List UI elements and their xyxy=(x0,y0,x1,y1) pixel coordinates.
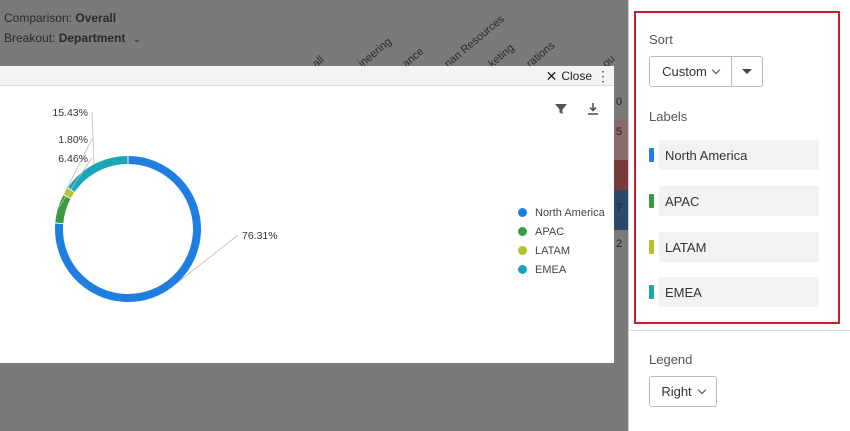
chevron-down-icon xyxy=(711,65,721,75)
label-input[interactable]: EMEA xyxy=(659,277,819,307)
legend-item[interactable]: EMEA xyxy=(518,260,605,279)
bg-cell-value: 5 xyxy=(616,126,623,138)
label-input[interactable]: North America xyxy=(659,140,819,170)
bg-cell xyxy=(614,160,628,190)
leader-line xyxy=(91,111,95,165)
label-color-swatch[interactable] xyxy=(649,148,654,162)
label-row: LATAM xyxy=(649,232,819,262)
label-row: EMEA xyxy=(649,277,819,307)
legend-label: LATAM xyxy=(535,244,571,257)
legend-position-select[interactable]: Right xyxy=(649,376,717,407)
sort-caret-button[interactable] xyxy=(732,57,762,86)
legend-label: EMEA xyxy=(535,263,567,276)
legend-color-dot xyxy=(518,265,527,274)
sort-value: Custom xyxy=(662,64,707,79)
chevron-down-icon xyxy=(697,385,706,395)
sort-select[interactable]: Custom xyxy=(650,57,732,86)
modal-header: ✕ Close ⋮ xyxy=(0,66,614,86)
legend-label: Legend xyxy=(649,352,693,367)
donut-value-labels: 76.31% 6.46% 1.80% 15.43% xyxy=(52,107,278,284)
close-icon: ✕ xyxy=(545,68,558,84)
label-row: North America xyxy=(649,140,819,170)
close-button[interactable]: ✕ Close xyxy=(546,69,592,83)
section-divider xyxy=(628,330,850,331)
breakout-line[interactable]: Breakout: Department ⌄ xyxy=(4,31,141,45)
donut-value-label: 15.43% xyxy=(52,107,88,119)
caret-down-icon xyxy=(742,69,752,74)
legend-color-dot xyxy=(518,227,527,236)
legend-color-dot xyxy=(518,246,527,255)
legend-item[interactable]: LATAM xyxy=(518,241,605,260)
labels-label: Labels xyxy=(649,109,688,124)
breakout-label: Breakout: xyxy=(4,31,56,45)
legend-color-dot xyxy=(518,208,527,217)
chart-modal: ✕ Close ⋮ 76.31% 6.46% 1.80% 15.43% North A… xyxy=(0,66,614,363)
comparison-value: Overall xyxy=(75,11,117,25)
donut-value-label: 76.31% xyxy=(242,230,278,242)
chart-legend: North America APAC LATAM EMEA xyxy=(518,203,605,279)
comparison-line: Comparison: Overall xyxy=(4,11,116,25)
column-header: ineering xyxy=(356,35,394,70)
legend-label: APAC xyxy=(535,225,565,238)
legend-item[interactable]: North America xyxy=(518,203,605,222)
label-input[interactable]: APAC xyxy=(659,186,819,216)
bg-cell-value: 0 xyxy=(616,96,623,108)
legend-label: North America xyxy=(535,206,605,219)
label-input[interactable]: LATAM xyxy=(659,232,819,262)
label-color-swatch[interactable] xyxy=(649,285,654,299)
leader-line xyxy=(57,157,93,209)
close-label: Close xyxy=(561,69,592,83)
comparison-label: Comparison: xyxy=(4,11,73,25)
label-row: APAC xyxy=(649,186,819,216)
chevron-down-icon: ⌄ xyxy=(132,34,142,45)
donut-value-label: 1.80% xyxy=(58,134,88,146)
legend-item[interactable]: APAC xyxy=(518,222,605,241)
label-color-swatch[interactable] xyxy=(649,194,654,208)
label-color-swatch[interactable] xyxy=(649,240,654,254)
donut-slices xyxy=(55,156,201,302)
bg-cell-value: 7 xyxy=(616,202,623,214)
bg-cell-value: 2 xyxy=(616,238,623,250)
legend-position-value: Right xyxy=(661,384,692,399)
donut-value-label: 6.46% xyxy=(58,153,88,165)
breakout-value: Department xyxy=(58,31,126,45)
sort-label: Sort xyxy=(649,32,673,47)
more-options-icon[interactable]: ⋮ xyxy=(596,68,610,85)
sort-dropdown[interactable]: Custom xyxy=(649,56,763,87)
